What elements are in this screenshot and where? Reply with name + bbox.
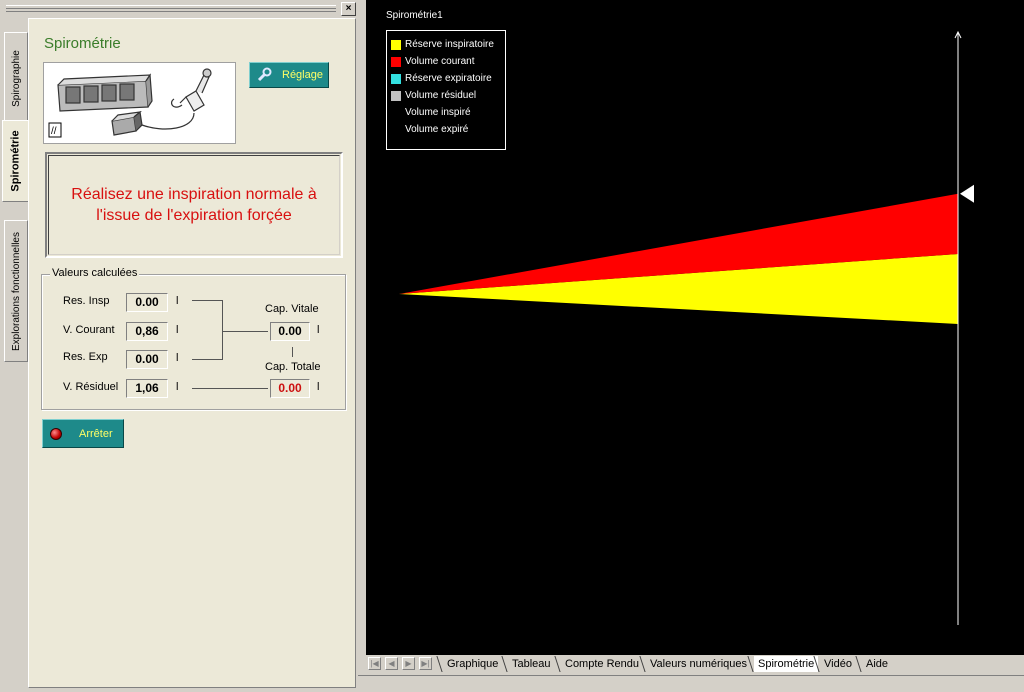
legend-label: Volume expiré — [405, 124, 469, 135]
tab-explorations-fonctionnelles[interactable]: Explorations fonctionnelles — [4, 220, 28, 362]
cap-vitale-label: Cap. Vitale — [265, 303, 319, 315]
bracket-line — [192, 359, 222, 360]
spirometrie-panel: Spirométrie // Réglage Réalisez une insp… — [28, 18, 356, 688]
spirometer-device-image: // — [43, 62, 236, 144]
tab-spirographie[interactable]: Spirographie — [4, 32, 28, 124]
close-button[interactable]: × — [341, 2, 356, 16]
last-tab-icon[interactable]: ▶| — [419, 657, 432, 670]
legend-item: Réserve inspiratoire — [387, 38, 505, 55]
svg-text://: // — [51, 126, 57, 137]
bracket-line — [222, 331, 268, 332]
prev-tab-icon[interactable]: ◀ — [385, 657, 398, 670]
cap-totale-value: 0.00 — [270, 379, 310, 398]
legend-label: Réserve expiratoire — [405, 73, 492, 84]
reglage-button[interactable]: Réglage — [249, 62, 329, 88]
stop-label: Arrêter — [79, 427, 113, 440]
cap-vitale-value: 0.00 — [270, 322, 310, 341]
tab-spirometrie[interactable]: Spirométrie — [2, 120, 29, 202]
connector-line — [292, 347, 293, 357]
tab-label: Spirographie — [10, 49, 22, 107]
legend-item: Volume résiduel — [387, 89, 505, 106]
record-indicator-icon — [50, 427, 62, 440]
wrench-icon — [256, 67, 272, 83]
bracket-line — [192, 300, 222, 301]
v-residuel-value: 1,06 — [126, 379, 168, 398]
legend-label: Volume courant — [405, 56, 475, 67]
tab-tableau[interactable]: Tableau — [508, 656, 555, 672]
legend-item: Volume inspiré — [387, 106, 505, 123]
tab-valeurs-numeriques[interactable]: Valeurs numériques — [646, 656, 751, 672]
res-insp-unit: l — [176, 295, 179, 307]
res-exp-value: 0.00 — [126, 350, 168, 369]
tab-video[interactable]: Vidéo — [820, 656, 856, 672]
connector-line — [192, 388, 268, 389]
stop-button[interactable]: Arrêter — [42, 419, 124, 448]
legend-swatch — [391, 57, 401, 67]
chart-legend: Réserve inspiratoire Volume courant Réserv… — [386, 30, 506, 150]
reglage-label: Réglage — [282, 69, 323, 81]
v-courant-label: V. Courant — [63, 324, 115, 336]
first-tab-icon[interactable]: |◀ — [368, 657, 381, 670]
legend-swatch — [391, 91, 401, 101]
spirometry-chart: Spirométrie1 Réserve inspiratoire Volume … — [366, 0, 1024, 655]
legend-swatch — [391, 40, 401, 50]
cap-totale-unit: l — [317, 381, 320, 393]
drag-grip[interactable] — [6, 5, 336, 12]
legend-item: Volume expiré — [387, 123, 505, 140]
v-courant-unit: l — [176, 324, 179, 336]
tab-compte-rendu[interactable]: Compte Rendu — [561, 656, 643, 672]
res-insp-value: 0.00 — [126, 293, 168, 312]
cap-vitale-unit: l — [317, 324, 320, 336]
group-title: Valeurs calculées — [50, 267, 140, 279]
tab-label: Explorations fonctionnelles — [10, 231, 22, 351]
res-exp-label: Res. Exp — [63, 351, 108, 363]
page-title: Spirométrie — [44, 35, 121, 52]
v-courant-value: 0,86 — [126, 322, 168, 341]
vertical-tabs: Spirographie Spirométrie Explorations fo… — [2, 22, 29, 682]
res-exp-unit: l — [176, 352, 179, 364]
bracket-line — [222, 300, 223, 360]
status-strip — [358, 675, 1024, 692]
cap-totale-label: Cap. Totale — [265, 361, 321, 373]
instruction-message-box: Réalisez une inspiration normale à l'iss… — [45, 152, 343, 258]
tab-graphique[interactable]: Graphique — [443, 656, 502, 672]
legend-item: Réserve expiratoire — [387, 72, 505, 89]
v-residuel-label: V. Résiduel — [63, 381, 119, 393]
chart-title: Spirométrie1 — [386, 10, 443, 21]
tab-aide[interactable]: Aide — [862, 656, 892, 672]
level-marker-icon[interactable] — [960, 184, 974, 203]
tab-spirometrie-bottom[interactable]: Spirométrie — [754, 656, 819, 672]
bottom-tab-bar: |◀ ◀ ▶ ▶| Graphique Tableau Compte Rendu… — [358, 655, 1024, 692]
res-insp-label: Res. Insp — [63, 295, 110, 307]
v-residuel-unit: l — [176, 381, 179, 393]
legend-item: Volume courant — [387, 55, 505, 72]
legend-label: Volume inspiré — [405, 107, 471, 118]
valeurs-calculees-group: Valeurs calculées Res. Insp 0.00 l V. Co… — [41, 267, 346, 410]
left-panel: × Spirographie Spirométrie Explorations … — [0, 0, 358, 691]
panel-titlebar[interactable]: × — [0, 0, 358, 16]
next-tab-icon[interactable]: ▶ — [402, 657, 415, 670]
legend-swatch — [391, 74, 401, 84]
legend-label: Réserve inspiratoire — [405, 39, 494, 50]
tab-label: Spirométrie — [10, 130, 23, 192]
legend-label: Volume résiduel — [405, 90, 477, 101]
instruction-message: Réalisez une inspiration normale à l'iss… — [71, 186, 317, 224]
